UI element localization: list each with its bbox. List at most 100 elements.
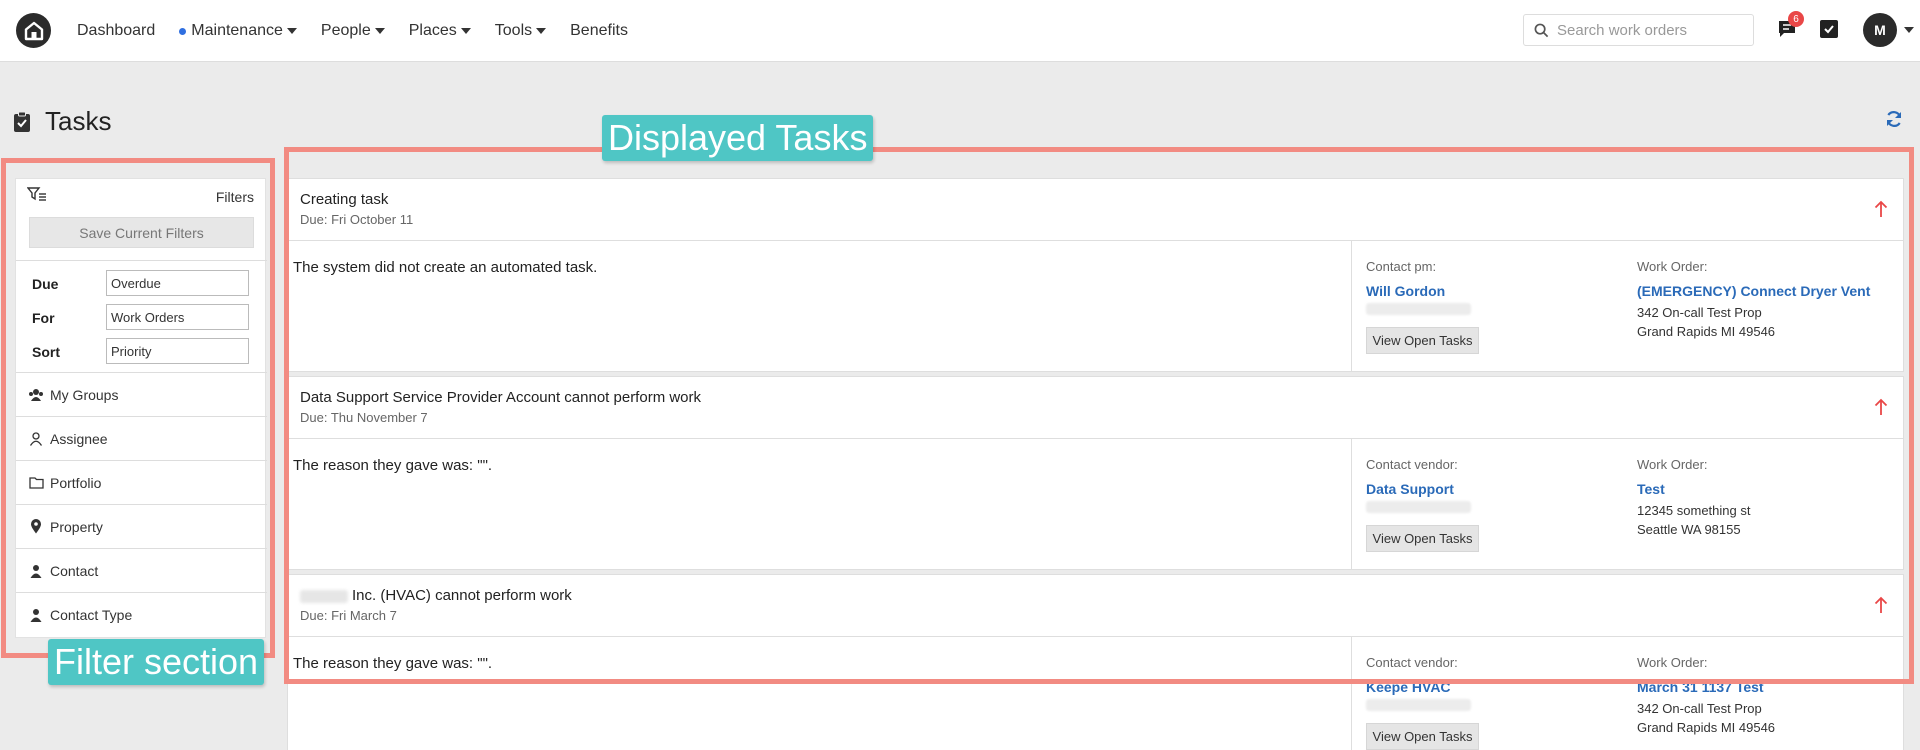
task-work-order: Work Order: (EMERGENCY) Connect Dryer Ve… xyxy=(1637,259,1870,341)
chevron-down-icon xyxy=(460,28,471,34)
contact-name-link[interactable]: Data Support xyxy=(1366,481,1479,497)
nav-dashboard-label: Dashboard xyxy=(77,22,156,39)
divider xyxy=(1351,439,1352,569)
divider xyxy=(1351,637,1352,750)
filter-item-label: Property xyxy=(50,518,103,535)
filter-item-my-groups[interactable]: My Groups xyxy=(16,372,267,416)
nav-tools[interactable]: Tools xyxy=(494,22,547,40)
person-icon xyxy=(28,563,44,579)
divider xyxy=(16,260,267,261)
task-header: Data Support Service Provider Account ca… xyxy=(288,377,1903,439)
filter-section-callout: Filter section xyxy=(48,639,265,685)
filter-panel: Filters Save Current Filters Due Overdue… xyxy=(15,178,267,638)
work-order-address-line2: Grand Rapids MI 49546 xyxy=(1637,720,1776,735)
task-description: The reason they gave was: "". xyxy=(293,457,493,474)
nav-people-label: People xyxy=(320,22,371,39)
filter-for-select[interactable]: Work Orders xyxy=(106,304,249,330)
map-pin-icon xyxy=(28,519,44,535)
nav-maintenance[interactable]: Maintenance xyxy=(179,22,297,40)
top-navigation-bar: Dashboard Maintenance People Places Tool… xyxy=(0,0,1920,62)
filter-sort-label: Sort xyxy=(32,344,60,360)
page-title: Tasks xyxy=(13,106,111,137)
chevron-down-icon xyxy=(374,28,385,34)
redacted-contact-info xyxy=(1366,501,1471,513)
filter-for-label: For xyxy=(32,310,55,326)
priority-arrow-up-icon xyxy=(1874,596,1888,613)
search-icon xyxy=(1534,23,1549,37)
displayed-tasks-callout: Displayed Tasks xyxy=(602,115,874,161)
chevron-down-icon[interactable] xyxy=(1904,27,1914,33)
search-box xyxy=(1523,14,1754,46)
search-input[interactable] xyxy=(1557,21,1747,39)
task-header: Creating task Due: Fri October 11 xyxy=(288,179,1903,241)
filter-item-property[interactable]: Property xyxy=(16,504,267,548)
task-title: Creating task xyxy=(300,191,389,208)
contact-label: Contact vendor: xyxy=(1366,457,1458,472)
filter-sort-select[interactable]: Priority xyxy=(106,338,249,364)
task-due-date: Due: Fri October 11 xyxy=(300,212,414,227)
redacted-contact-info xyxy=(1366,303,1471,315)
main-menu: Dashboard Maintenance People Places Tool… xyxy=(77,0,652,62)
task-contact: Contact vendor: Keepe HVAC View Open Tas… xyxy=(1366,655,1479,750)
work-order-address-line1: 342 On-call Test Prop xyxy=(1637,701,1762,716)
contact-label: Contact vendor: xyxy=(1366,655,1458,670)
task-body: The reason they gave was: "". Contact ve… xyxy=(288,439,1903,569)
person-outline-icon xyxy=(28,431,44,447)
filter-item-portfolio[interactable]: Portfolio xyxy=(16,460,267,504)
view-open-tasks-button[interactable]: View Open Tasks xyxy=(1366,723,1479,750)
group-icon xyxy=(28,387,44,403)
work-order-label: Work Order: xyxy=(1637,259,1708,274)
chevron-down-icon xyxy=(536,28,547,34)
divider xyxy=(1351,241,1352,371)
nav-dashboard[interactable]: Dashboard xyxy=(77,22,155,40)
filter-item-label: Contact Type xyxy=(50,606,133,623)
clipboard-check-icon xyxy=(14,111,30,132)
tasks-checkbox-button[interactable] xyxy=(1820,20,1838,38)
contact-name-link[interactable]: Will Gordon xyxy=(1366,283,1479,299)
filter-item-contact[interactable]: Contact xyxy=(16,548,267,592)
filters-label: Filters xyxy=(215,189,254,205)
filter-header: Filters xyxy=(16,179,265,215)
nav-benefits[interactable]: Benefits xyxy=(570,22,628,40)
filter-item-label: My Groups xyxy=(50,386,119,403)
nav-places[interactable]: Places xyxy=(409,22,471,40)
redacted-vendor-name xyxy=(300,589,348,603)
work-order-link[interactable]: (EMERGENCY) Connect Dryer Vent xyxy=(1637,283,1870,299)
checkmark-icon xyxy=(1824,25,1834,34)
view-open-tasks-button[interactable]: View Open Tasks xyxy=(1366,327,1479,354)
priority-arrow-up-icon xyxy=(1874,398,1888,415)
filter-list-icon[interactable] xyxy=(27,185,47,205)
task-title: Inc. (HVAC) cannot perform work xyxy=(300,587,572,604)
task-due-date: Due: Thu November 7 xyxy=(300,410,428,425)
task-work-order: Work Order: March 31 1137 Test 342 On-ca… xyxy=(1637,655,1775,737)
work-order-link[interactable]: March 31 1137 Test xyxy=(1637,679,1775,695)
task-card[interactable]: Creating task Due: Fri October 11 The sy… xyxy=(287,178,1904,372)
filter-item-assignee[interactable]: Assignee xyxy=(16,416,267,460)
work-order-label: Work Order: xyxy=(1637,655,1708,670)
task-body: The reason they gave was: "". Contact ve… xyxy=(288,637,1903,750)
save-current-filters-button[interactable]: Save Current Filters xyxy=(29,217,254,248)
work-order-address-line1: 342 On-call Test Prop xyxy=(1637,305,1762,320)
task-work-order: Work Order: Test 12345 something st Seat… xyxy=(1637,457,1750,539)
task-title-text: Inc. (HVAC) cannot perform work xyxy=(352,587,572,604)
notification-badge: 6 xyxy=(1788,11,1804,27)
filter-due-select[interactable]: Overdue xyxy=(106,270,249,296)
filter-item-contact-type[interactable]: Contact Type xyxy=(16,592,267,636)
task-body: The system did not create an automated t… xyxy=(288,241,1903,371)
task-header: Inc. (HVAC) cannot perform work Due: Fri… xyxy=(288,575,1903,637)
work-order-link[interactable]: Test xyxy=(1637,481,1750,497)
chevron-down-icon xyxy=(286,28,297,34)
task-description: The system did not create an automated t… xyxy=(293,259,598,276)
view-open-tasks-button[interactable]: View Open Tasks xyxy=(1366,525,1479,552)
home-logo-icon[interactable] xyxy=(16,13,51,48)
task-card[interactable]: Inc. (HVAC) cannot perform work Due: Fri… xyxy=(287,574,1904,750)
task-contact: Contact vendor: Data Support View Open T… xyxy=(1366,457,1479,552)
work-order-address-line2: Grand Rapids MI 49546 xyxy=(1637,324,1776,339)
user-avatar[interactable]: M xyxy=(1863,13,1897,47)
refresh-icon[interactable] xyxy=(1884,109,1904,129)
nav-tools-label: Tools xyxy=(494,22,533,39)
contact-name-link[interactable]: Keepe HVAC xyxy=(1366,679,1479,695)
task-card[interactable]: Data Support Service Provider Account ca… xyxy=(287,376,1904,570)
work-order-address-line2: Seattle WA 98155 xyxy=(1637,522,1741,537)
nav-people[interactable]: People xyxy=(321,22,385,40)
